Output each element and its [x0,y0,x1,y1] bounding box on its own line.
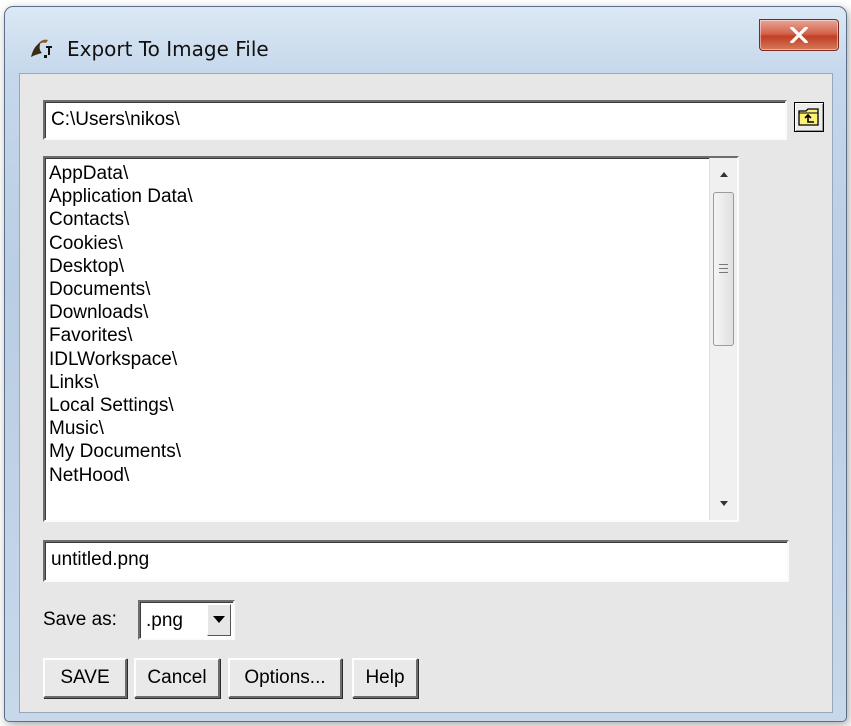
scroll-grip-line [719,272,728,273]
list-item[interactable]: Favorites\ [49,324,193,347]
options-button[interactable]: Options... [228,658,342,698]
save-as-selected-value: .png [146,610,183,631]
list-item[interactable]: Desktop\ [49,255,193,278]
list-item[interactable]: NetHood\ [49,464,193,487]
folder-list[interactable]: AppData\ Application Data\ Contacts\ Coo… [43,156,739,522]
list-item[interactable]: Documents\ [49,278,193,301]
cancel-button[interactable]: Cancel [134,658,220,698]
close-x-icon [790,27,808,43]
list-item[interactable]: Music\ [49,417,193,440]
filename-input-value: untitled.png [51,549,150,570]
scroll-up-button[interactable] [710,158,737,188]
export-dialog: Export To Image File C:\Users\nikos\ App… [4,6,847,722]
chevron-down-icon [213,616,225,623]
arrow-up-icon [720,172,728,177]
save-button[interactable]: SAVE [43,658,127,698]
title-bar[interactable]: Export To Image File [5,7,846,73]
arrow-down-icon [720,501,728,506]
scroll-down-button[interactable] [710,490,737,520]
path-input-value: C:\Users\nikos\ [51,109,180,130]
close-button[interactable] [759,19,839,51]
dropdown-button[interactable] [207,604,231,636]
list-item[interactable]: Links\ [49,371,193,394]
vertical-scrollbar[interactable] [709,158,737,520]
help-button[interactable]: Help [352,658,418,698]
idl-app-icon [29,37,53,59]
window-title: Export To Image File [67,37,269,61]
folder-list-items: AppData\ Application Data\ Contacts\ Coo… [49,162,193,487]
scroll-grip-line [719,264,728,265]
list-item[interactable]: IDLWorkspace\ [49,348,193,371]
folder-up-button[interactable] [794,102,824,132]
list-item[interactable]: Cookies\ [49,232,193,255]
list-item[interactable]: Downloads\ [49,301,193,324]
scroll-grip-line [719,268,728,269]
folder-up-icon [798,108,819,126]
path-input[interactable]: C:\Users\nikos\ [43,100,787,140]
filename-input[interactable]: untitled.png [43,540,789,582]
save-as-label: Save as: [43,609,117,630]
scroll-thumb[interactable] [713,192,734,346]
list-item[interactable]: My Documents\ [49,440,193,463]
dialog-body: C:\Users\nikos\ AppData\ Application Dat… [19,73,833,713]
list-item[interactable]: AppData\ [49,162,193,185]
list-item[interactable]: Contacts\ [49,208,193,231]
save-as-select[interactable]: .png [138,600,235,640]
list-item[interactable]: Application Data\ [49,185,193,208]
list-item[interactable]: Local Settings\ [49,394,193,417]
